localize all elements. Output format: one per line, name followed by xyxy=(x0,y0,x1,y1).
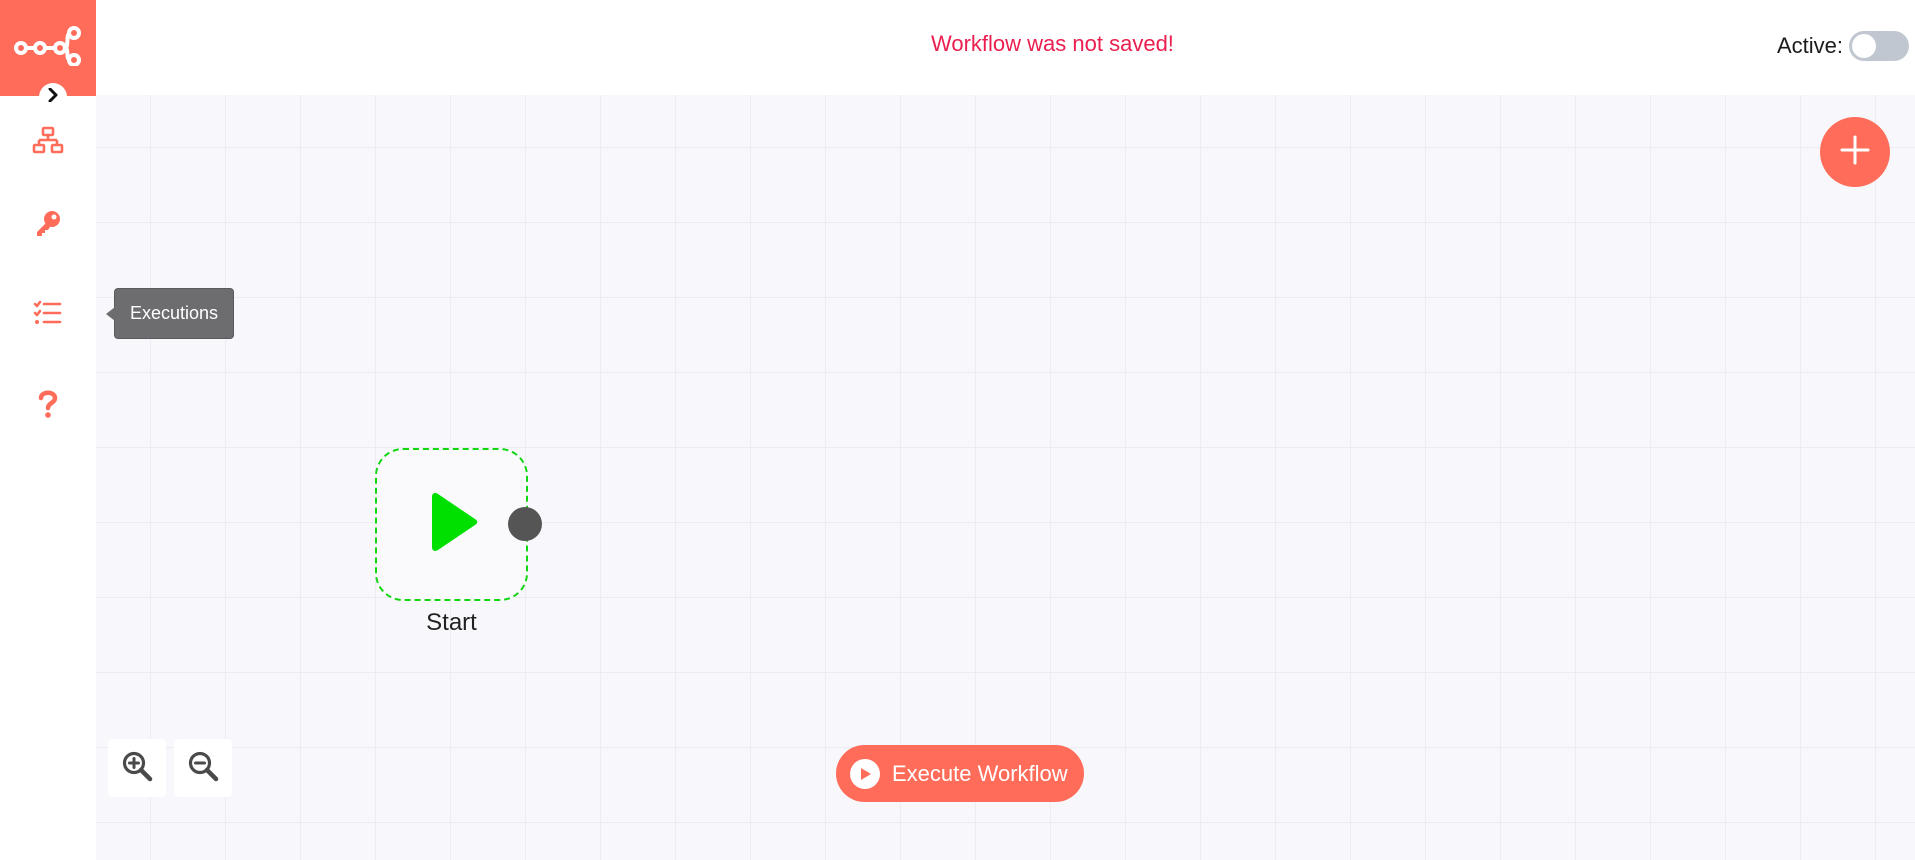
n8n-logo-icon xyxy=(14,25,82,71)
save-status-text: Workflow was not saved! xyxy=(931,31,1174,56)
toggle-knob xyxy=(1852,34,1877,58)
tooltip-text: Executions xyxy=(130,303,219,323)
network-icon xyxy=(32,126,64,159)
sidebar-item-credentials[interactable] xyxy=(24,201,72,249)
zoom-out-button[interactable] xyxy=(174,739,232,797)
active-toggle-group: Active: xyxy=(1777,31,1910,61)
question-icon xyxy=(37,389,59,424)
zoom-out-icon xyxy=(187,750,219,787)
logo[interactable] xyxy=(0,0,96,96)
tasks-icon xyxy=(33,300,63,331)
sidebar-item-help[interactable] xyxy=(24,382,72,430)
zoom-in-button[interactable] xyxy=(108,739,166,797)
active-toggle[interactable] xyxy=(1849,31,1910,61)
key-icon xyxy=(33,208,63,243)
executions-tooltip: Executions xyxy=(105,288,235,339)
zoom-in-icon xyxy=(121,750,153,787)
start-node[interactable] xyxy=(375,448,528,601)
node-output-handle[interactable] xyxy=(508,507,542,541)
plus-icon xyxy=(1840,135,1870,170)
sidebar-item-workflows[interactable] xyxy=(24,118,72,166)
active-label: Active: xyxy=(1777,33,1844,58)
execute-workflow-label: Execute Workflow xyxy=(892,760,1068,786)
play-circle-icon xyxy=(850,758,880,789)
node-label: Start xyxy=(426,609,477,636)
sidebar-item-executions[interactable] xyxy=(24,291,72,339)
header: Workflow was not saved! Active: xyxy=(96,0,1915,95)
add-node-button[interactable] xyxy=(1820,117,1890,187)
sidebar-collapse-button[interactable] xyxy=(39,83,67,111)
play-icon xyxy=(425,492,479,557)
chevron-right-icon xyxy=(47,87,59,107)
sidebar xyxy=(0,0,96,860)
execute-workflow-button[interactable]: Execute Workflow xyxy=(836,745,1084,802)
